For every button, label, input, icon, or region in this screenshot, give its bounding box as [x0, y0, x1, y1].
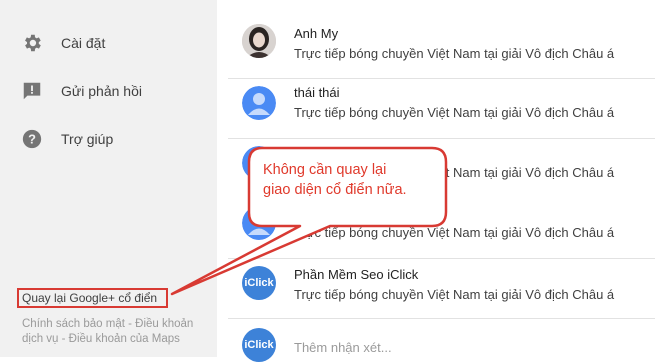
notification-author: Anh My: [294, 26, 339, 41]
sidebar-item-label: Trợ giúp: [61, 131, 114, 147]
avatar: [242, 86, 276, 120]
callout-line-1: Không cần quay lại: [263, 162, 387, 178]
avatar: iClick: [242, 266, 276, 300]
divider: [228, 318, 655, 319]
default-person-icon: [242, 86, 276, 120]
callout-text: Không cần quay lại giao diện cổ điển nữa…: [263, 160, 443, 200]
feedback-icon: [23, 82, 41, 100]
user-photo-icon: [242, 24, 276, 58]
callout-line-2: giao diện cổ điển nữa.: [263, 182, 407, 198]
list-item[interactable]: Trực tiếp bóng chuyền Việt Nam tại giải …: [228, 199, 655, 257]
list-item[interactable]: thái thái Trực tiếp bóng chuyền Việt Nam…: [228, 79, 655, 137]
notification-author: Phần Mềm Seo iClick: [294, 267, 419, 282]
notification-message: Trực tiếp bóng chuyền Việt Nam tại giải …: [294, 225, 615, 240]
list-item[interactable]: iClick Phần Mềm Seo iClick Trực tiếp bón…: [228, 259, 655, 317]
iclick-logo-text: iClick: [244, 339, 274, 351]
sidebar: Cài đặt Gửi phản hồi ? Trợ giúp Quay lại…: [0, 0, 217, 357]
footer-line-1[interactable]: Chính sách bảo mật - Điều khoản: [22, 317, 212, 332]
help-icon: ?: [22, 129, 42, 149]
sidebar-item-label: Gửi phản hồi: [61, 83, 142, 99]
iclick-logo-text: iClick: [244, 277, 274, 289]
svg-text:?: ?: [28, 132, 36, 147]
gear-icon: [25, 34, 41, 52]
default-person-icon: [242, 206, 276, 240]
avatar: [242, 24, 276, 58]
avatar: [242, 206, 276, 240]
footer-links: Chính sách bảo mật - Điều khoản dịch vụ …: [22, 317, 212, 347]
add-comment-input[interactable]: Thêm nhận xét...: [294, 340, 392, 355]
notification-message: Trực tiếp bóng chuyền Việt Nam tại giải …: [294, 287, 615, 302]
sidebar-item-feedback[interactable]: Gửi phản hồi: [0, 71, 217, 111]
notification-author: thái thái: [294, 85, 340, 100]
notification-message: Trực tiếp bóng chuyền Việt Nam tại giải …: [294, 46, 615, 61]
footer-line-2[interactable]: dịch vụ - Điều khoản của Maps: [22, 332, 212, 347]
list-item[interactable]: Anh My Trực tiếp bóng chuyền Việt Nam tạ…: [228, 19, 655, 77]
sidebar-item-label: Cài đặt: [61, 35, 106, 51]
notification-message: Trực tiếp bóng chuyền Việt Nam tại giải …: [294, 105, 615, 120]
classic-google-plus-link[interactable]: Quay lại Google+ cổ điển: [17, 288, 168, 308]
sidebar-item-settings[interactable]: Cài đặt: [0, 23, 217, 63]
sidebar-item-help[interactable]: ? Trợ giúp: [0, 119, 217, 159]
